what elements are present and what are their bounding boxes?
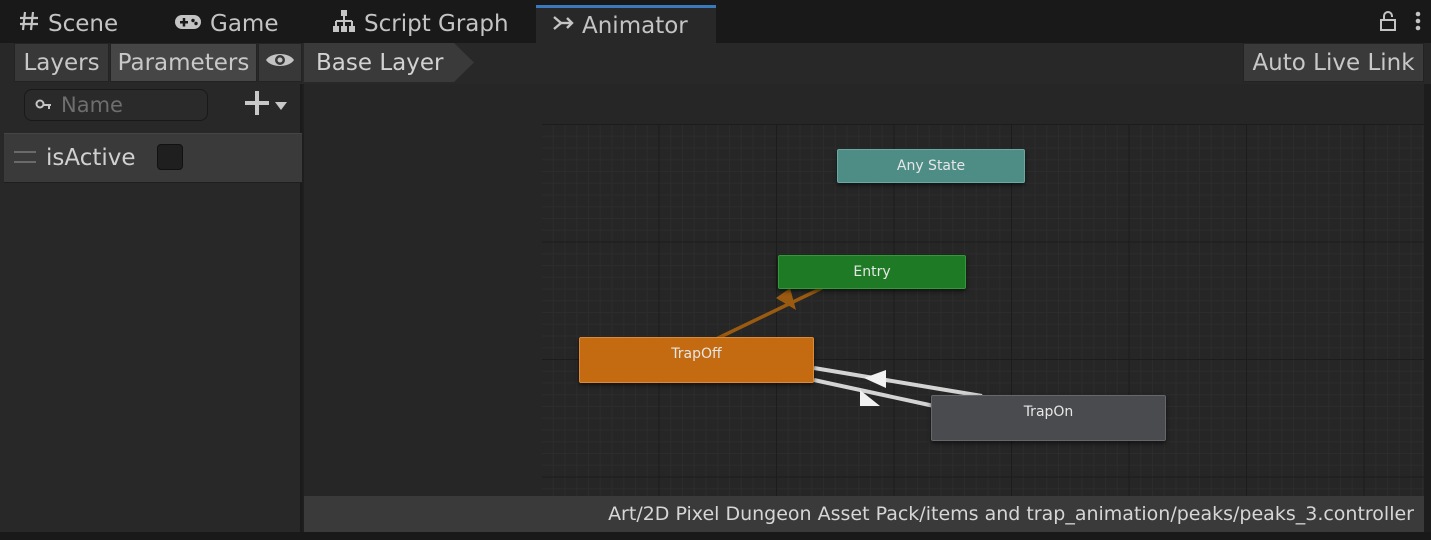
entry-transition[interactable] <box>713 286 823 342</box>
window-tab-bar: Scene Game Script Graph Animator <box>0 0 1431 43</box>
state-entry[interactable]: Entry <box>778 255 966 289</box>
parameter-row[interactable]: isActive <box>4 133 302 183</box>
state-trapon-label: TrapOn <box>1023 404 1074 420</box>
tab-animator[interactable]: Animator <box>536 5 716 43</box>
drag-handle-icon[interactable] <box>14 151 36 163</box>
animator-graph-canvas[interactable]: Any State Entry TrapOff TrapOn <box>304 84 1424 496</box>
state-trapoff-label: TrapOff <box>671 346 722 362</box>
animator-icon <box>552 13 574 39</box>
animator-toolbar: Layers Parameters Base Layer Auto Live L… <box>0 43 1431 84</box>
tab-scene-label: Scene <box>48 11 119 37</box>
window-bottom-edge <box>0 532 1431 540</box>
hierarchy-icon <box>332 9 356 39</box>
transition-arrow-icon <box>864 370 886 388</box>
parameter-search-input[interactable] <box>59 92 203 118</box>
auto-live-link-label: Auto Live Link <box>1252 49 1415 76</box>
state-entry-label: Entry <box>853 264 891 280</box>
state-trapon[interactable]: TrapOn <box>931 395 1166 441</box>
state-any-state-label: Any State <box>896 158 966 174</box>
tab-scene[interactable]: Scene <box>18 5 118 43</box>
parameters-button-label: Parameters <box>117 49 250 76</box>
tab-bar-controls <box>1379 8 1421 38</box>
graph-scrollbar[interactable] <box>1424 84 1431 532</box>
tab-game-label: Game <box>210 11 279 37</box>
tab-script-graph-label: Script Graph <box>364 11 509 37</box>
lock-icon[interactable] <box>1379 10 1397 36</box>
more-options-icon[interactable] <box>1415 10 1421 36</box>
parameters-panel: isActive <box>0 84 302 540</box>
grid-icon <box>18 10 40 38</box>
state-any-state[interactable]: Any State <box>837 149 1025 183</box>
dropdown-arrow-icon <box>274 96 288 115</box>
breadcrumb-label: Base Layer <box>316 49 444 76</box>
plus-icon <box>244 90 270 120</box>
controller-path-bar: Art/2D Pixel Dungeon Asset Pack/items an… <box>304 496 1424 532</box>
parameter-name: isActive <box>46 145 136 171</box>
transitions-layer <box>713 286 983 408</box>
eye-toggle-button[interactable] <box>258 43 302 82</box>
auto-live-link-button[interactable]: Auto Live Link <box>1243 43 1424 82</box>
tab-animator-label: Animator <box>582 12 688 39</box>
add-parameter-button[interactable] <box>244 90 298 120</box>
parameter-search <box>24 89 208 121</box>
trapon-to-trapoff-transition[interactable] <box>813 366 983 398</box>
search-icon <box>35 98 53 112</box>
parameters-button[interactable]: Parameters <box>110 43 257 82</box>
tab-script-graph[interactable]: Script Graph <box>332 5 509 43</box>
gamepad-icon <box>174 11 202 37</box>
parameter-bool-checkbox[interactable] <box>157 144 183 170</box>
tab-game[interactable]: Game <box>174 5 278 43</box>
breadcrumb-base-layer[interactable]: Base Layer <box>304 43 474 82</box>
layers-button-label: Layers <box>23 49 100 76</box>
eye-icon <box>265 50 295 76</box>
controller-path: Art/2D Pixel Dungeon Asset Pack/items an… <box>608 503 1414 525</box>
layers-button[interactable]: Layers <box>14 43 109 82</box>
state-trapoff[interactable]: TrapOff <box>579 337 814 383</box>
